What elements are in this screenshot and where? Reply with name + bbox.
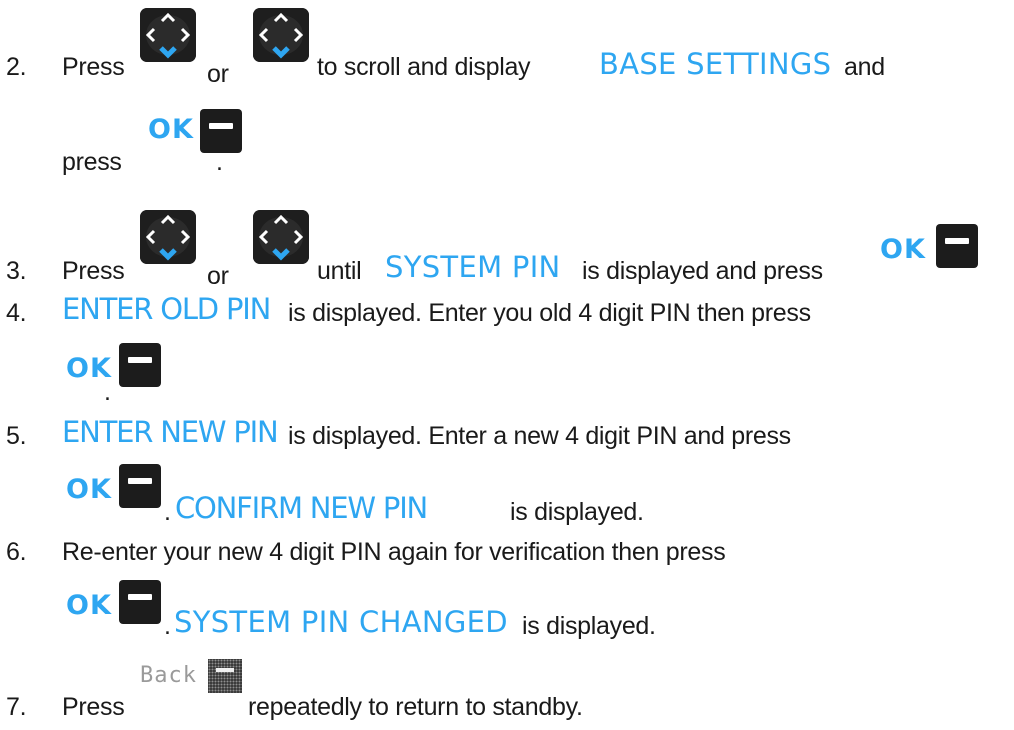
step-6-text-2: is displayed. [522,612,656,640]
confirm-new-pin-term: CONFIRM NEW PIN [175,491,428,525]
step-3-press: Press [62,257,125,285]
system-pin-term: SYSTEM PIN [385,250,561,284]
step-3-number: 3. [6,257,27,285]
step-7-number: 7. [6,693,27,721]
base-settings-term: BASE SETTINGS [599,47,832,81]
back-key-icon [208,659,242,693]
step-3-until: until [317,257,362,285]
step-3-text: is displayed and press [582,257,823,285]
step-6-period: . [164,612,171,640]
ok-label: OK [148,114,194,145]
ok-minus-key-icon [119,580,161,624]
step-2-number: 2. [6,53,27,81]
ok-label: OK [880,234,926,265]
nav-key-icon [140,8,196,62]
step-2-or: or [207,60,229,88]
step-7-press: Press [62,693,125,721]
step-5-text: is displayed. Enter a new 4 digit PIN an… [288,422,791,450]
nav-key-icon [253,210,309,264]
ok-label: OK [66,474,112,505]
step-5-text-2: is displayed. [510,498,644,526]
step-7-text: repeatedly to return to standby. [248,693,583,721]
ok-label: OK [66,590,112,621]
step-4-number: 4. [6,299,27,327]
step-2-press: Press [62,53,125,81]
back-label: Back [140,663,197,688]
step-3-or: or [207,262,229,290]
ok-minus-key-icon [119,464,161,508]
system-pin-changed-term: SYSTEM PIN CHANGED [174,605,508,639]
step-4-text: is displayed. Enter you old 4 digit PIN … [288,299,811,327]
step-2-text: to scroll and display [317,53,531,81]
step-6-text: Re-enter your new 4 digit PIN again for … [62,538,726,566]
step-4-period: . [104,378,111,406]
step-2-press-2: press [62,148,122,176]
nav-key-icon [140,210,196,264]
ok-minus-key-icon [119,343,161,387]
ok-minus-key-icon [200,109,242,153]
nav-key-icon [253,8,309,62]
enter-new-pin-term: ENTER NEW PIN [62,415,279,449]
step-2-period: . [216,148,223,176]
step-2-and: and [844,53,885,81]
step-5-number: 5. [6,422,27,450]
step-6-number: 6. [6,538,27,566]
enter-old-pin-term: ENTER OLD PIN [62,292,271,326]
ok-minus-key-icon [936,224,978,268]
step-5-period: . [164,498,171,526]
